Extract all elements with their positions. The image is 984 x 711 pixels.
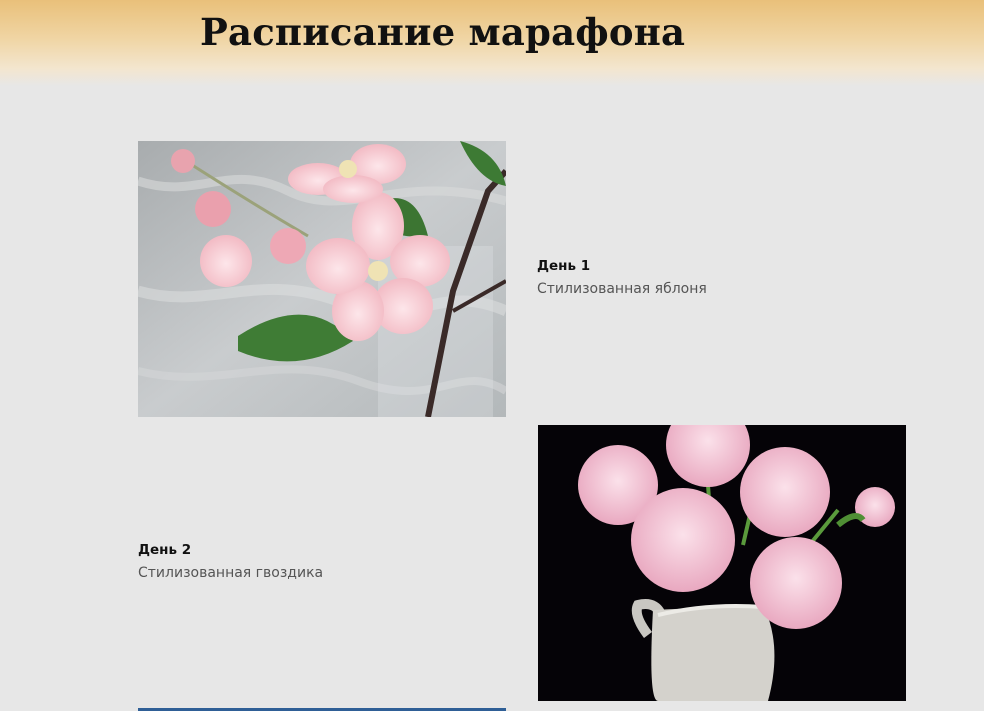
- day-2-photo[interactable]: [538, 425, 906, 701]
- day-1-photo[interactable]: [138, 141, 506, 417]
- day-1-description: Стилизованная яблоня: [537, 281, 707, 297]
- page-header: Расписание марафона: [0, 0, 984, 86]
- day-1-info: День 1 Стилизованная яблоня: [537, 258, 707, 297]
- day-1-title: День 1: [537, 258, 591, 274]
- apple-blossom-image: [138, 141, 506, 417]
- day-2-title: День 2: [138, 542, 192, 558]
- day-2-info: День 2 Стилизованная гвоздика: [138, 542, 323, 581]
- carnation-image: [538, 425, 906, 701]
- day-2-description: Стилизованная гвоздика: [138, 565, 324, 581]
- page-title: Расписание марафона: [200, 10, 686, 54]
